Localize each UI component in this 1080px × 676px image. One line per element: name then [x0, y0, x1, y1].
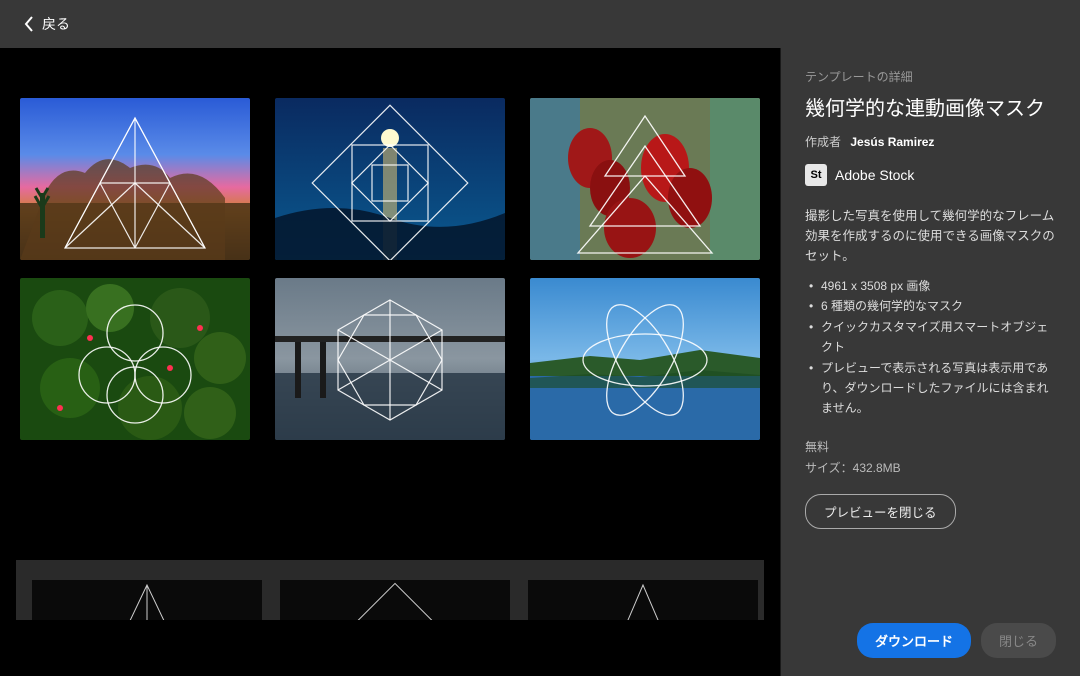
- panel-heading: テンプレートの詳細: [805, 68, 1056, 85]
- price: 無料: [805, 437, 1056, 459]
- template-specs-list: 4961 x 3508 px 画像 6 種類の幾何学的なマスク クイックカスタマ…: [805, 276, 1056, 419]
- template-gallery: [0, 48, 780, 676]
- details-panel: テンプレートの詳細 幾何学的な連動画像マスク 作成者 Jesús Ramirez…: [780, 48, 1080, 676]
- triangle-icon: [20, 98, 250, 260]
- overlap-circles-icon: [20, 278, 250, 440]
- thumb-atom-lake[interactable]: [530, 278, 760, 440]
- author-line: 作成者 Jesús Ramirez: [805, 133, 1056, 150]
- spec-item: クイックカスタマイズ用スマートオブジェクト: [809, 317, 1056, 358]
- download-button[interactable]: ダウンロード: [857, 623, 971, 658]
- thumb-row2-1[interactable]: [32, 580, 262, 620]
- thumb-square-moon[interactable]: [275, 98, 505, 260]
- spec-item: プレビューで表示される写真は表示用であり、ダウンロードしたファイルには含まれませ…: [809, 358, 1056, 419]
- chevron-left-icon: [24, 16, 34, 32]
- diamond-icon: [335, 580, 455, 620]
- close-button: 閉じる: [981, 623, 1056, 658]
- hexagon-icon: [275, 278, 505, 440]
- thumb-circles-garden[interactable]: [20, 278, 250, 440]
- template-title: 幾何学的な連動画像マスク: [805, 95, 1056, 123]
- thumb-triangle-desert[interactable]: [20, 98, 250, 260]
- triangle-icon: [87, 580, 207, 620]
- author-name: Jesús Ramirez: [850, 135, 934, 149]
- close-preview-button[interactable]: プレビューを閉じる: [805, 494, 956, 529]
- gallery-section-2: [16, 560, 764, 620]
- back-button[interactable]: 戻る: [24, 14, 70, 34]
- template-description: 撮影した写真を使用して幾何学的なフレーム効果を作成するのに使用できる画像マスクの…: [805, 206, 1056, 266]
- nested-square-icon: [275, 98, 505, 260]
- stock-label: Adobe Stock: [835, 167, 914, 183]
- triangle-icon: [583, 580, 703, 620]
- thumb-row2-3[interactable]: [528, 580, 758, 620]
- spec-item: 6 種類の幾何学的なマスク: [809, 296, 1056, 316]
- size-line: サイズ：432.8MB: [805, 458, 1056, 480]
- topbar: 戻る: [0, 0, 1080, 48]
- adobe-stock-link[interactable]: St Adobe Stock: [805, 164, 1056, 186]
- spec-item: 4961 x 3508 px 画像: [809, 276, 1056, 296]
- stock-badge-icon: St: [805, 164, 827, 186]
- back-label: 戻る: [42, 14, 70, 34]
- thumb-stacked-triangles[interactable]: [530, 98, 760, 260]
- thumb-hexagon-pier[interactable]: [275, 278, 505, 440]
- template-meta: 無料 サイズ：432.8MB: [805, 437, 1056, 480]
- thumb-row2-2[interactable]: [280, 580, 510, 620]
- stacked-triangle-icon: [530, 98, 760, 260]
- atom-icon: [530, 278, 760, 440]
